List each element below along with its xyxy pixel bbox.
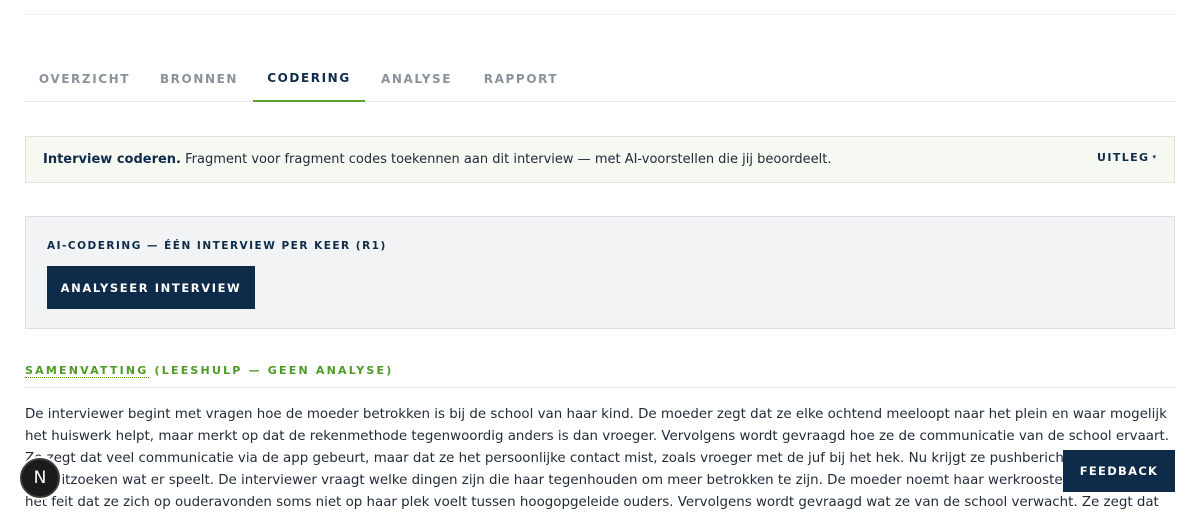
avatar[interactable]: N — [20, 458, 60, 498]
tab-overzicht[interactable]: OVERZICHT — [25, 56, 144, 102]
tab-codering[interactable]: CODERING — [253, 56, 365, 102]
uitleg-label: UITLEG — [1097, 151, 1150, 164]
summary-title-rest: (LEESHULP — GEEN ANALYSE) — [148, 364, 394, 377]
analyze-interview-button[interactable]: ANALYSEER INTERVIEW — [47, 266, 255, 309]
summary-title-main: SAMENVATTING — [25, 364, 149, 378]
info-description: Fragment voor fragment codes toekennen a… — [185, 152, 832, 167]
info-lead: Interview coderen. — [43, 152, 181, 167]
summary-title: SAMENVATTING (LEESHULP — GEEN ANALYSE) — [25, 364, 1175, 378]
ai-panel-title: AI-CODERING — ÉÉN INTERVIEW PER KEER (R1… — [47, 240, 387, 252]
caret-down-icon: ▾ — [1152, 153, 1156, 161]
ai-coding-panel: AI-CODERING — ÉÉN INTERVIEW PER KEER (R1… — [25, 216, 1175, 329]
summary-text: De interviewer begint met vragen hoe de … — [25, 407, 1169, 510]
tab-bar: OVERZICHT BRONNEN CODERING ANALYSE RAPPO… — [25, 56, 1175, 102]
summary-header: SAMENVATTING (LEESHULP — GEEN ANALYSE) — [25, 364, 1175, 388]
top-divider — [25, 14, 1175, 15]
uitleg-toggle[interactable]: UITLEG ▾ — [1097, 151, 1156, 164]
info-text: Interview coderen. Fragment voor fragmen… — [43, 152, 832, 167]
avatar-letter: N — [33, 468, 47, 488]
tab-bronnen[interactable]: BRONNEN — [149, 56, 249, 102]
info-banner: Interview coderen. Fragment voor fragmen… — [25, 136, 1175, 183]
tab-rapport[interactable]: RAPPORT — [471, 56, 571, 102]
feedback-button[interactable]: FEEDBACK — [1063, 450, 1175, 492]
tab-analyse[interactable]: ANALYSE — [369, 56, 464, 102]
